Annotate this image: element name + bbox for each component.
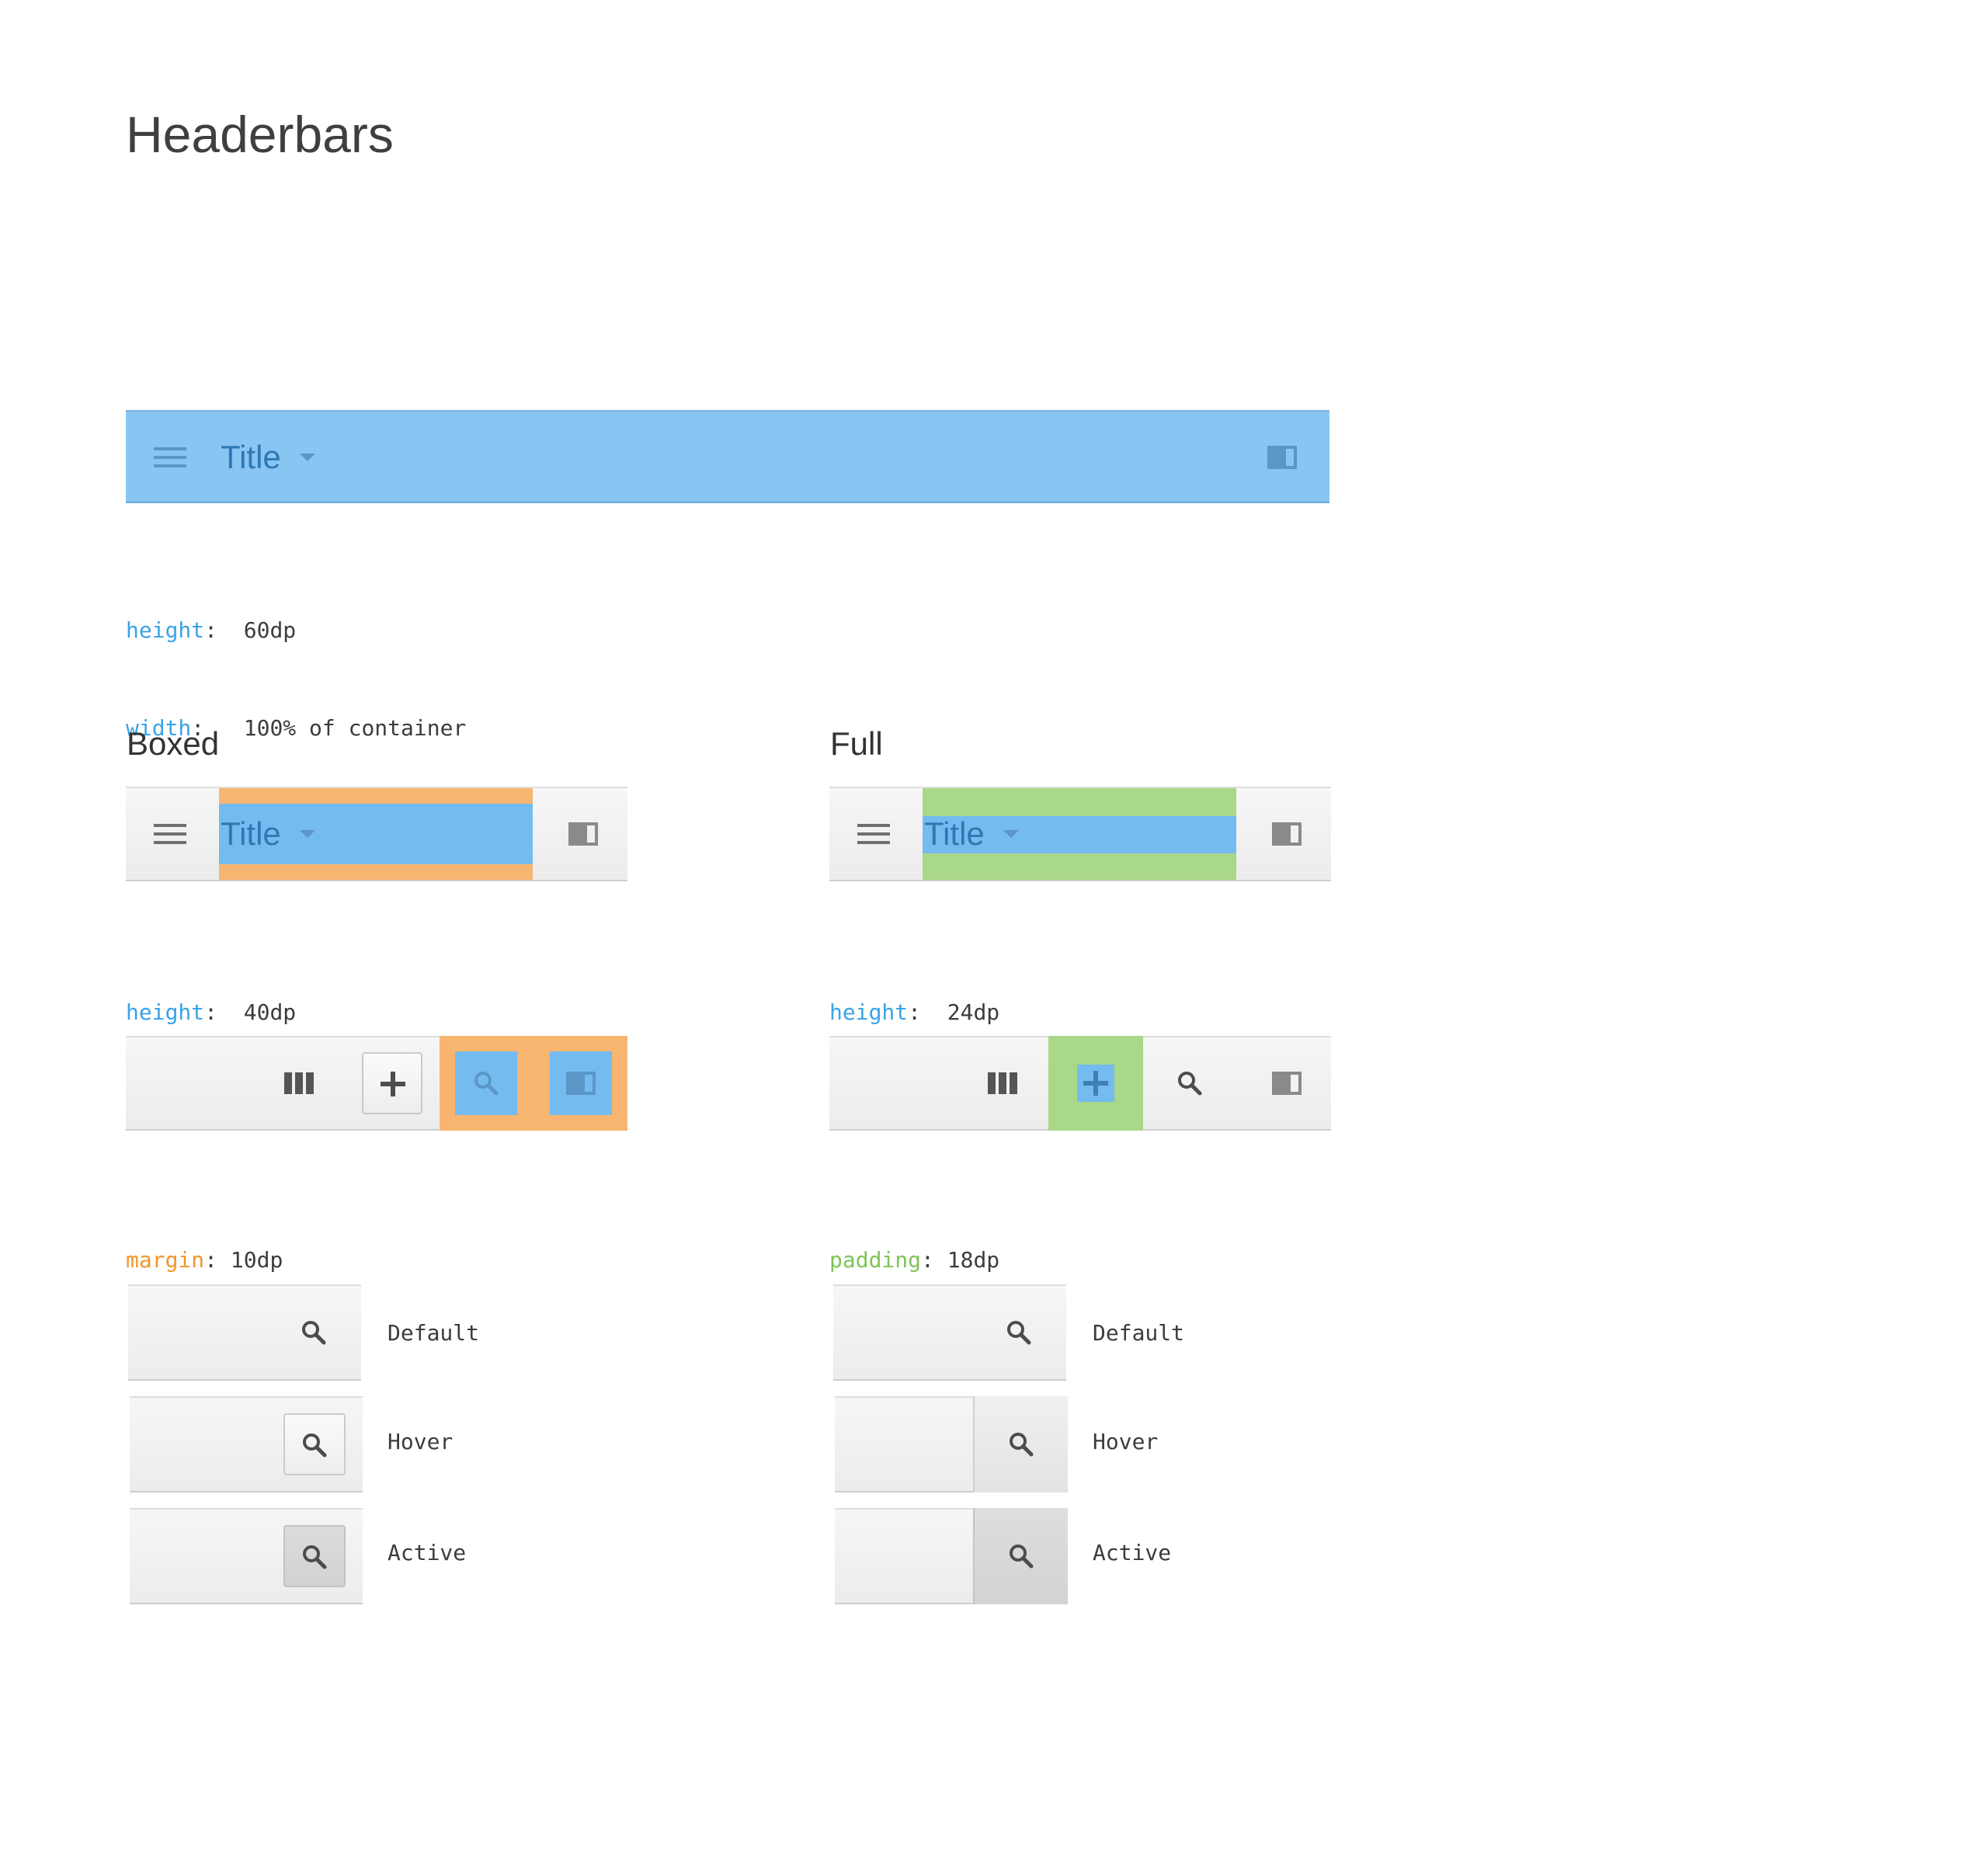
sidebar-toggle-button[interactable]: [550, 1051, 612, 1115]
full-state-active: [835, 1508, 1068, 1604]
columns-view-icon[interactable]: [284, 1072, 314, 1094]
search-button-hover[interactable]: [283, 1413, 346, 1475]
search-button-active[interactable]: [973, 1508, 1068, 1604]
sidebar-toggle-icon[interactable]: [568, 822, 598, 846]
search-icon: [302, 1545, 327, 1569]
search-icon[interactable]: [1177, 1071, 1202, 1096]
boxed-state-default: [128, 1284, 361, 1381]
search-icon: [1009, 1432, 1034, 1457]
boxed-state-hover: [130, 1396, 363, 1492]
state-label-hover: Hover: [388, 1429, 454, 1454]
sidebar-toggle-icon[interactable]: [1267, 446, 1297, 469]
menu-icon[interactable]: [154, 822, 186, 846]
full-state-default: [833, 1284, 1066, 1381]
add-button[interactable]: [362, 1052, 422, 1114]
state-label-active: Active: [388, 1540, 467, 1565]
full-heading: Full: [830, 725, 883, 762]
headerbar-title[interactable]: Title: [221, 818, 281, 850]
state-label-hover: Hover: [1093, 1429, 1159, 1454]
spec-padding: padding: 18dp: [829, 1247, 1000, 1273]
state-label-default: Default: [388, 1320, 480, 1346]
spec-height: height: 60dp: [126, 617, 297, 643]
search-icon[interactable]: [301, 1320, 326, 1345]
dropdown-caret-icon[interactable]: [300, 453, 315, 463]
menu-icon[interactable]: [857, 822, 890, 846]
main-headerbar: Title: [126, 410, 1329, 503]
dropdown-caret-icon[interactable]: [300, 830, 315, 839]
search-icon: [1009, 1544, 1034, 1569]
boxed-headerbar: Title: [126, 787, 627, 881]
dropdown-caret-icon[interactable]: [1003, 830, 1019, 839]
search-icon: [302, 1433, 327, 1458]
full-headerbar: Title: [829, 787, 1331, 881]
spec-margin: margin: 10dp: [126, 1247, 283, 1273]
spec-height: height: 24dp: [829, 999, 1000, 1025]
boxed-heading: Boxed: [127, 725, 220, 762]
plus-icon: [381, 1072, 405, 1096]
sidebar-toggle-icon[interactable]: [1272, 1072, 1302, 1095]
columns-view-icon[interactable]: [988, 1072, 1017, 1094]
boxed-actions-bar: [126, 1036, 627, 1131]
menu-icon[interactable]: [154, 446, 186, 469]
sidebar-toggle-icon[interactable]: [1272, 822, 1302, 846]
search-icon: [474, 1071, 499, 1096]
plus-icon: [1083, 1071, 1108, 1096]
spec-height: height: 40dp: [126, 999, 297, 1025]
headerbar-title[interactable]: Title: [221, 441, 281, 474]
page-title: Headerbars: [126, 106, 394, 163]
search-button[interactable]: [455, 1051, 517, 1115]
full-state-hover: [835, 1396, 1068, 1492]
search-button-active[interactable]: [283, 1525, 346, 1587]
search-icon[interactable]: [1006, 1320, 1031, 1345]
add-button-content-area: [1077, 1065, 1114, 1102]
sidebar-toggle-icon: [566, 1072, 596, 1095]
state-label-default: Default: [1093, 1320, 1185, 1346]
state-label-active: Active: [1093, 1540, 1172, 1565]
add-button-padding-area[interactable]: [1048, 1036, 1143, 1131]
boxed-state-active: [130, 1508, 363, 1604]
headerbar-title[interactable]: Title: [924, 818, 985, 850]
search-button-hover[interactable]: [973, 1396, 1068, 1492]
full-actions-bar: [829, 1036, 1331, 1131]
